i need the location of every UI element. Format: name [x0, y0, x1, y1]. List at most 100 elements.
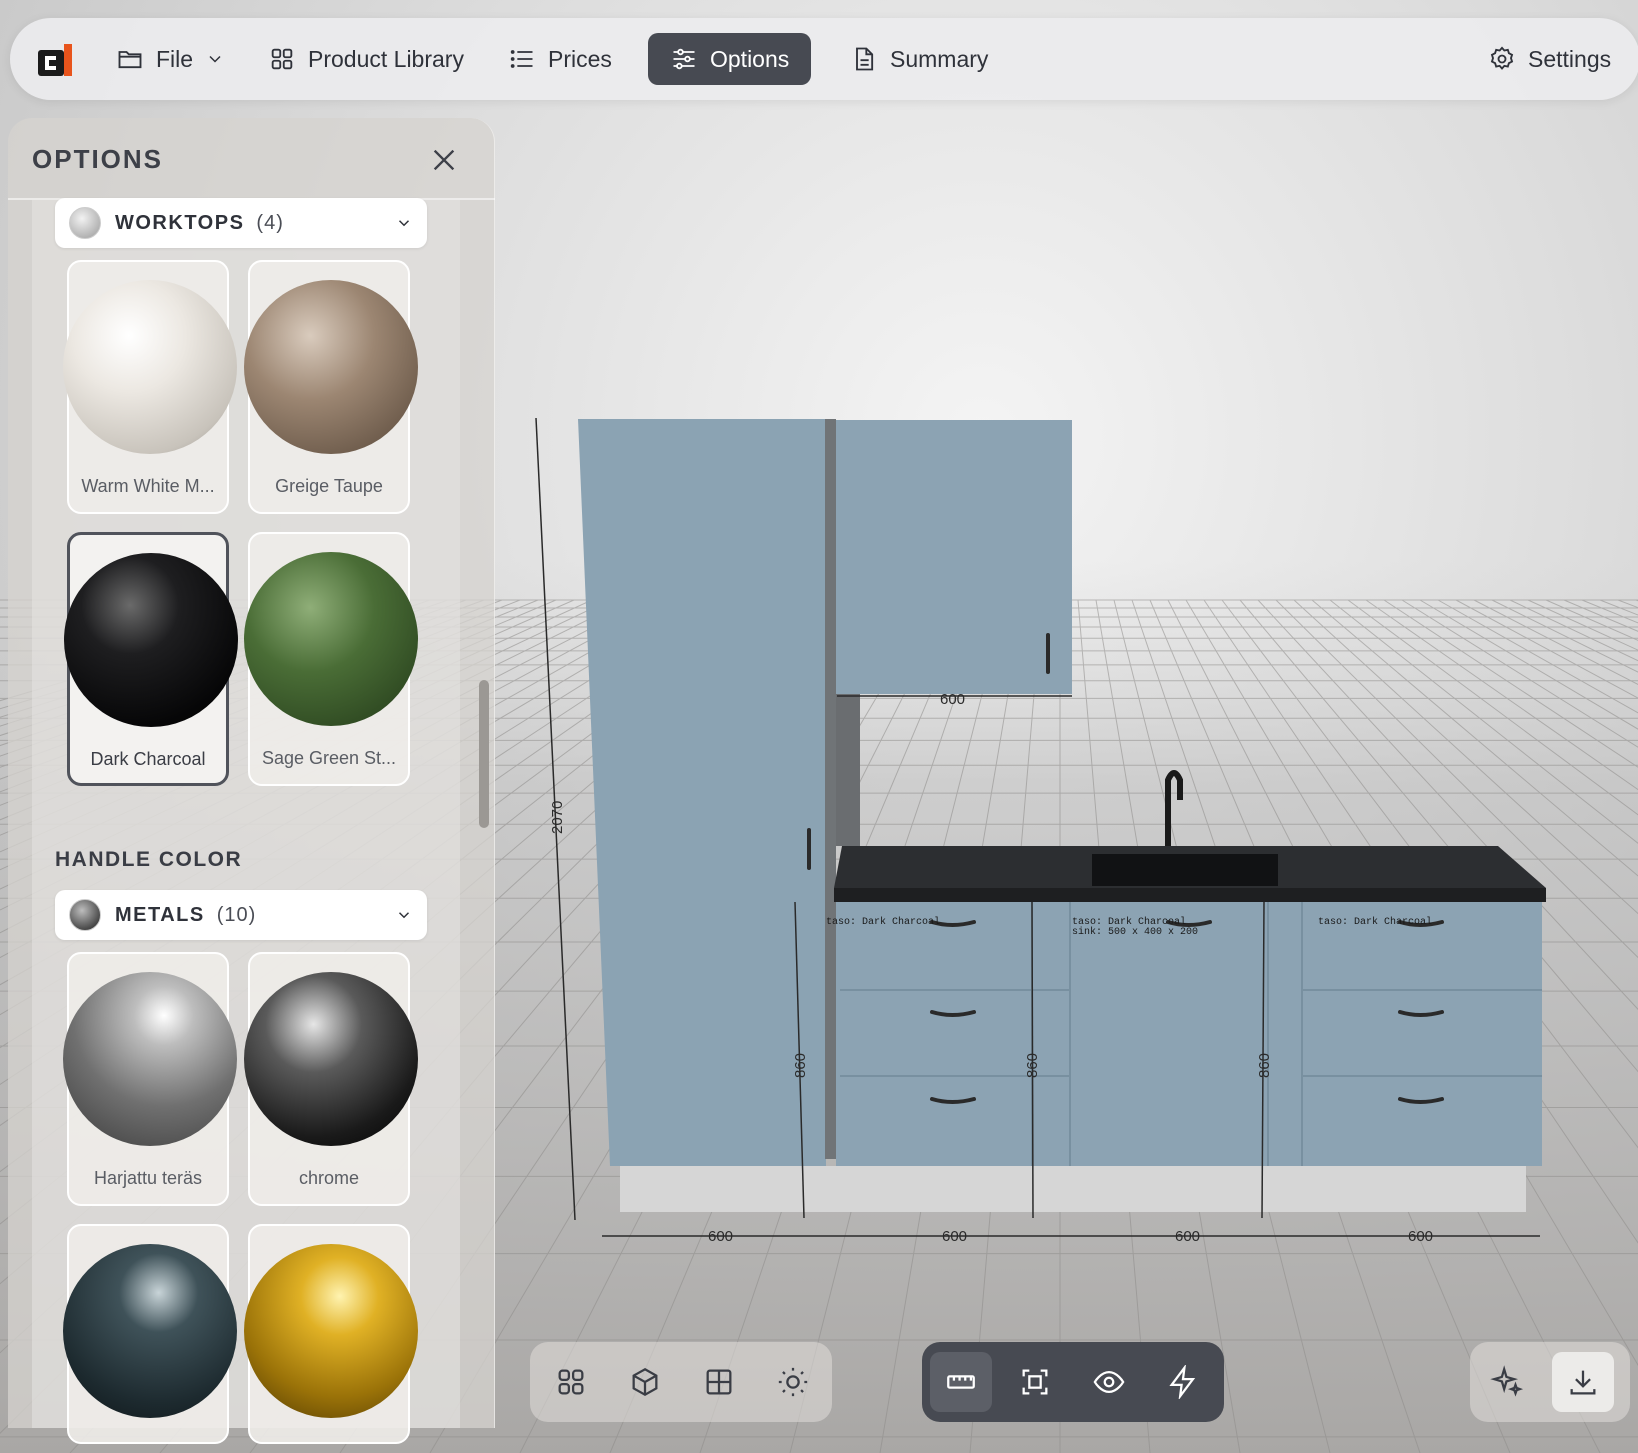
- base-cabinets[interactable]: [836, 902, 1542, 1166]
- panel-title: OPTIONS: [32, 144, 164, 174]
- 3d-view-button[interactable]: [614, 1352, 676, 1412]
- material-sphere: [63, 972, 237, 1146]
- cabinet-label-1: taso: Dark Charcoal: [826, 916, 940, 928]
- product-library-button[interactable]: Product Library: [246, 33, 486, 85]
- cabinet-label-sink: sink: 500 x 400 x 200: [1072, 926, 1198, 938]
- material-label: chrome: [298, 1168, 360, 1188]
- focus-frame-icon: [1022, 1369, 1048, 1395]
- measure-button[interactable]: [930, 1352, 992, 1412]
- material-sphere: [63, 280, 237, 454]
- plinth: [620, 1166, 1526, 1212]
- options-scroll-area[interactable]: WORKTOPS (4) Warm White M... Greige Taup…: [32, 198, 460, 1444]
- metals-swatch-icon: [69, 899, 101, 931]
- chevron-down-icon: [209, 55, 221, 63]
- dimension-base-width-4: 600: [1408, 1228, 1433, 1245]
- top-toolbar: File Product Library Prices Options Summ…: [10, 18, 1638, 100]
- dimension-base-height-3: 860: [1256, 1053, 1273, 1078]
- tall-cabinet-side: [825, 419, 836, 1159]
- dimension-base-height-2: 860: [1024, 1053, 1041, 1078]
- worktops-label: WORKTOPS: [115, 211, 245, 234]
- measure-tools-group: [922, 1342, 1224, 1422]
- settings-label: Settings: [1528, 45, 1612, 72]
- wall-gap: [836, 694, 860, 846]
- material-sphere: [244, 1244, 418, 1418]
- wall-cabinet[interactable]: [836, 420, 1072, 694]
- grid-view-button[interactable]: [540, 1352, 602, 1412]
- lightning-icon: [1169, 1365, 1196, 1399]
- product-library-label: Product Library: [308, 45, 464, 72]
- material-label: Sage Green St...: [261, 748, 397, 768]
- gear-icon: [1490, 46, 1514, 70]
- app-logo[interactable]: [36, 40, 76, 80]
- worktops-swatch-icon: [69, 207, 101, 239]
- options-panel: OPTIONS WORKTOPS (4) Warm White M... Gre…: [8, 118, 495, 1444]
- ai-assist-button[interactable]: [1476, 1352, 1538, 1412]
- focus-frame-button[interactable]: [1004, 1352, 1066, 1412]
- summary-label: Summary: [890, 45, 989, 72]
- file-menu-label: File: [156, 45, 194, 72]
- material-label: Greige Taupe: [275, 476, 383, 496]
- settings-button[interactable]: Settings: [1466, 33, 1633, 85]
- material-tile-greige-taupe[interactable]: Greige Taupe: [244, 260, 418, 514]
- material-label: Harjattu teräs: [93, 1168, 203, 1188]
- document-icon: [856, 47, 874, 71]
- cabinet-label-3: taso: Dark Charcoal: [1318, 916, 1432, 928]
- options-label: Options: [710, 45, 790, 72]
- material-sphere: [244, 552, 418, 726]
- material-tile-warm-white[interactable]: Warm White M...: [63, 260, 237, 514]
- dimension-wall-width: 600: [940, 691, 965, 708]
- prices-label: Prices: [548, 45, 612, 72]
- material-sphere: [244, 972, 418, 1146]
- layout-icon: [706, 1369, 732, 1395]
- quick-action-button[interactable]: [1152, 1352, 1214, 1412]
- download-button[interactable]: [1552, 1352, 1614, 1412]
- dimension-base-width-1: 600: [708, 1228, 733, 1245]
- chevron-down-icon: [398, 220, 410, 227]
- handle-color-heading: HANDLE COLOR: [55, 848, 243, 871]
- dimension-base-width-3: 600: [1175, 1228, 1200, 1245]
- material-tile-chrome[interactable]: chrome: [244, 952, 418, 1206]
- material-tile-harjattu-teras[interactable]: Harjattu teräs: [63, 952, 237, 1206]
- close-icon[interactable]: [428, 144, 460, 176]
- view-tools-group: [530, 1342, 832, 1422]
- sun-icon: [778, 1367, 808, 1397]
- prices-button[interactable]: Prices: [486, 33, 634, 85]
- tall-cabinet[interactable]: [578, 419, 826, 1166]
- material-tile-gold[interactable]: [244, 1224, 418, 1444]
- material-sphere: [63, 1244, 237, 1418]
- file-menu-button[interactable]: File: [94, 33, 247, 85]
- worktops-dropdown[interactable]: WORKTOPS (4): [55, 198, 427, 248]
- material-tile-dark-charcoal[interactable]: Dark Charcoal: [64, 532, 238, 786]
- metals-count: (10): [216, 903, 257, 926]
- download-icon: [1570, 1370, 1596, 1395]
- material-tile-dark-metal[interactable]: [63, 1224, 237, 1444]
- sink[interactable]: [1092, 854, 1278, 886]
- grid-icon: [271, 48, 293, 70]
- lighting-button[interactable]: [762, 1352, 824, 1412]
- list-icon: [510, 50, 533, 68]
- material-label: Warm White M...: [81, 476, 215, 496]
- options-button[interactable]: Options: [648, 33, 812, 85]
- folder-icon: [118, 51, 142, 69]
- dimension-base-width-2: 600: [942, 1228, 967, 1245]
- eye-icon: [1093, 1370, 1125, 1394]
- cube-icon: [632, 1367, 658, 1397]
- material-tile-sage-green[interactable]: Sage Green St...: [244, 532, 418, 786]
- chevron-down-icon: [398, 912, 410, 919]
- layout-view-button[interactable]: [688, 1352, 750, 1412]
- material-label: Dark Charcoal: [90, 749, 206, 769]
- dimension-base-height-1: 860: [792, 1053, 809, 1078]
- sliders-icon: [673, 48, 695, 70]
- dimension-tall-height: 2070: [549, 801, 566, 834]
- sparkle-icon: [1490, 1365, 1524, 1397]
- worktops-count: (4): [256, 211, 284, 234]
- visibility-button[interactable]: [1078, 1352, 1140, 1412]
- summary-button[interactable]: Summary: [828, 33, 1010, 85]
- action-tools-group: [1470, 1342, 1630, 1422]
- panel-scrollbar[interactable]: [479, 680, 489, 828]
- material-sphere: [64, 553, 238, 727]
- metals-dropdown[interactable]: METALS (10): [55, 890, 427, 940]
- worktop-edge: [834, 888, 1546, 902]
- metals-label: METALS: [115, 903, 205, 926]
- material-sphere: [244, 280, 418, 454]
